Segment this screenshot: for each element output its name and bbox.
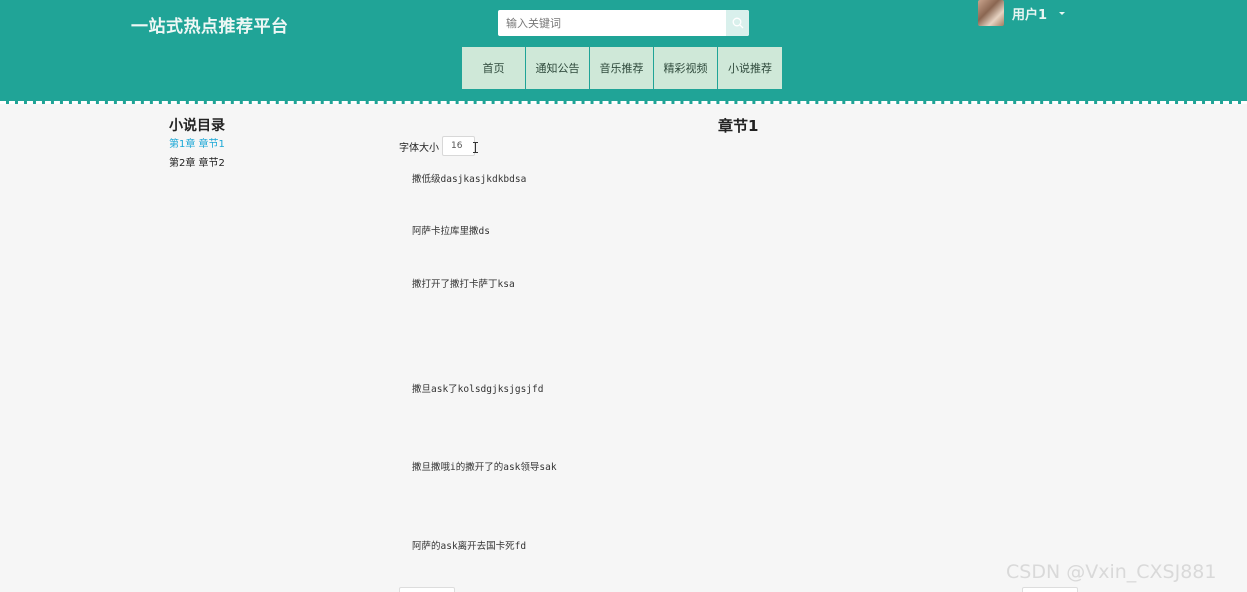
nav-notices[interactable]: 通知公告 xyxy=(526,47,589,89)
chapter-paragraph: 撒打开了撒打卡萨丁ksa xyxy=(412,279,515,290)
text-cursor-icon xyxy=(473,142,478,153)
font-size-input[interactable] xyxy=(442,136,475,156)
nav-videos[interactable]: 精彩视频 xyxy=(654,47,717,89)
font-size-label: 字体大小 xyxy=(399,142,439,154)
nav-music[interactable]: 音乐推荐 xyxy=(590,47,653,89)
site-brand[interactable]: 一站式热点推荐平台 xyxy=(131,12,289,37)
chapter-paragraph: 撒旦ask了kolsdgjksjgsjfd xyxy=(412,384,544,395)
chapter-list: 第1章 章节1 第2章 章节2 xyxy=(169,138,225,176)
font-size-control: 字体大小 xyxy=(399,136,475,156)
chevron-down-icon[interactable] xyxy=(1059,11,1066,15)
avatar[interactable] xyxy=(978,0,1004,26)
nav-home[interactable]: 首页 xyxy=(462,47,525,89)
nav-novels[interactable]: 小说推荐 xyxy=(718,47,782,89)
search-bar xyxy=(498,10,749,36)
toc-title: 小说目录 xyxy=(169,118,225,134)
prev-chapter-button[interactable] xyxy=(399,587,455,592)
main-nav: 首页 通知公告 音乐推荐 精彩视频 小说推荐 xyxy=(462,47,782,89)
watermark: CSDN @Vxin_CXSJ881 xyxy=(1006,561,1217,583)
chapter-paragraph: 撒低级dasjkasjkdkbdsa xyxy=(412,174,527,185)
search-button[interactable] xyxy=(726,10,749,36)
top-header: 一站式热点推荐平台 用户1 首页 通知公告 音乐推荐 精彩视频 小说推荐 xyxy=(0,0,1247,104)
chapter-link-2[interactable]: 第2章 章节2 xyxy=(169,157,225,176)
user-menu[interactable]: 用户1 xyxy=(978,0,1066,26)
next-chapter-button[interactable] xyxy=(1022,587,1078,592)
search-input[interactable] xyxy=(498,10,726,36)
search-icon xyxy=(732,17,743,29)
chapter-paragraph: 撒旦撒哦i的撒开了的ask领导sak xyxy=(412,462,557,473)
user-name[interactable]: 用户1 xyxy=(1012,4,1047,23)
chapter-title: 章节1 xyxy=(718,117,759,135)
chapter-paragraph: 阿萨的ask离开去国卡死fd xyxy=(412,541,527,552)
chapter-link-1[interactable]: 第1章 章节1 xyxy=(169,138,225,157)
chapter-paragraph: 阿萨卡拉库里撒ds xyxy=(412,226,490,237)
